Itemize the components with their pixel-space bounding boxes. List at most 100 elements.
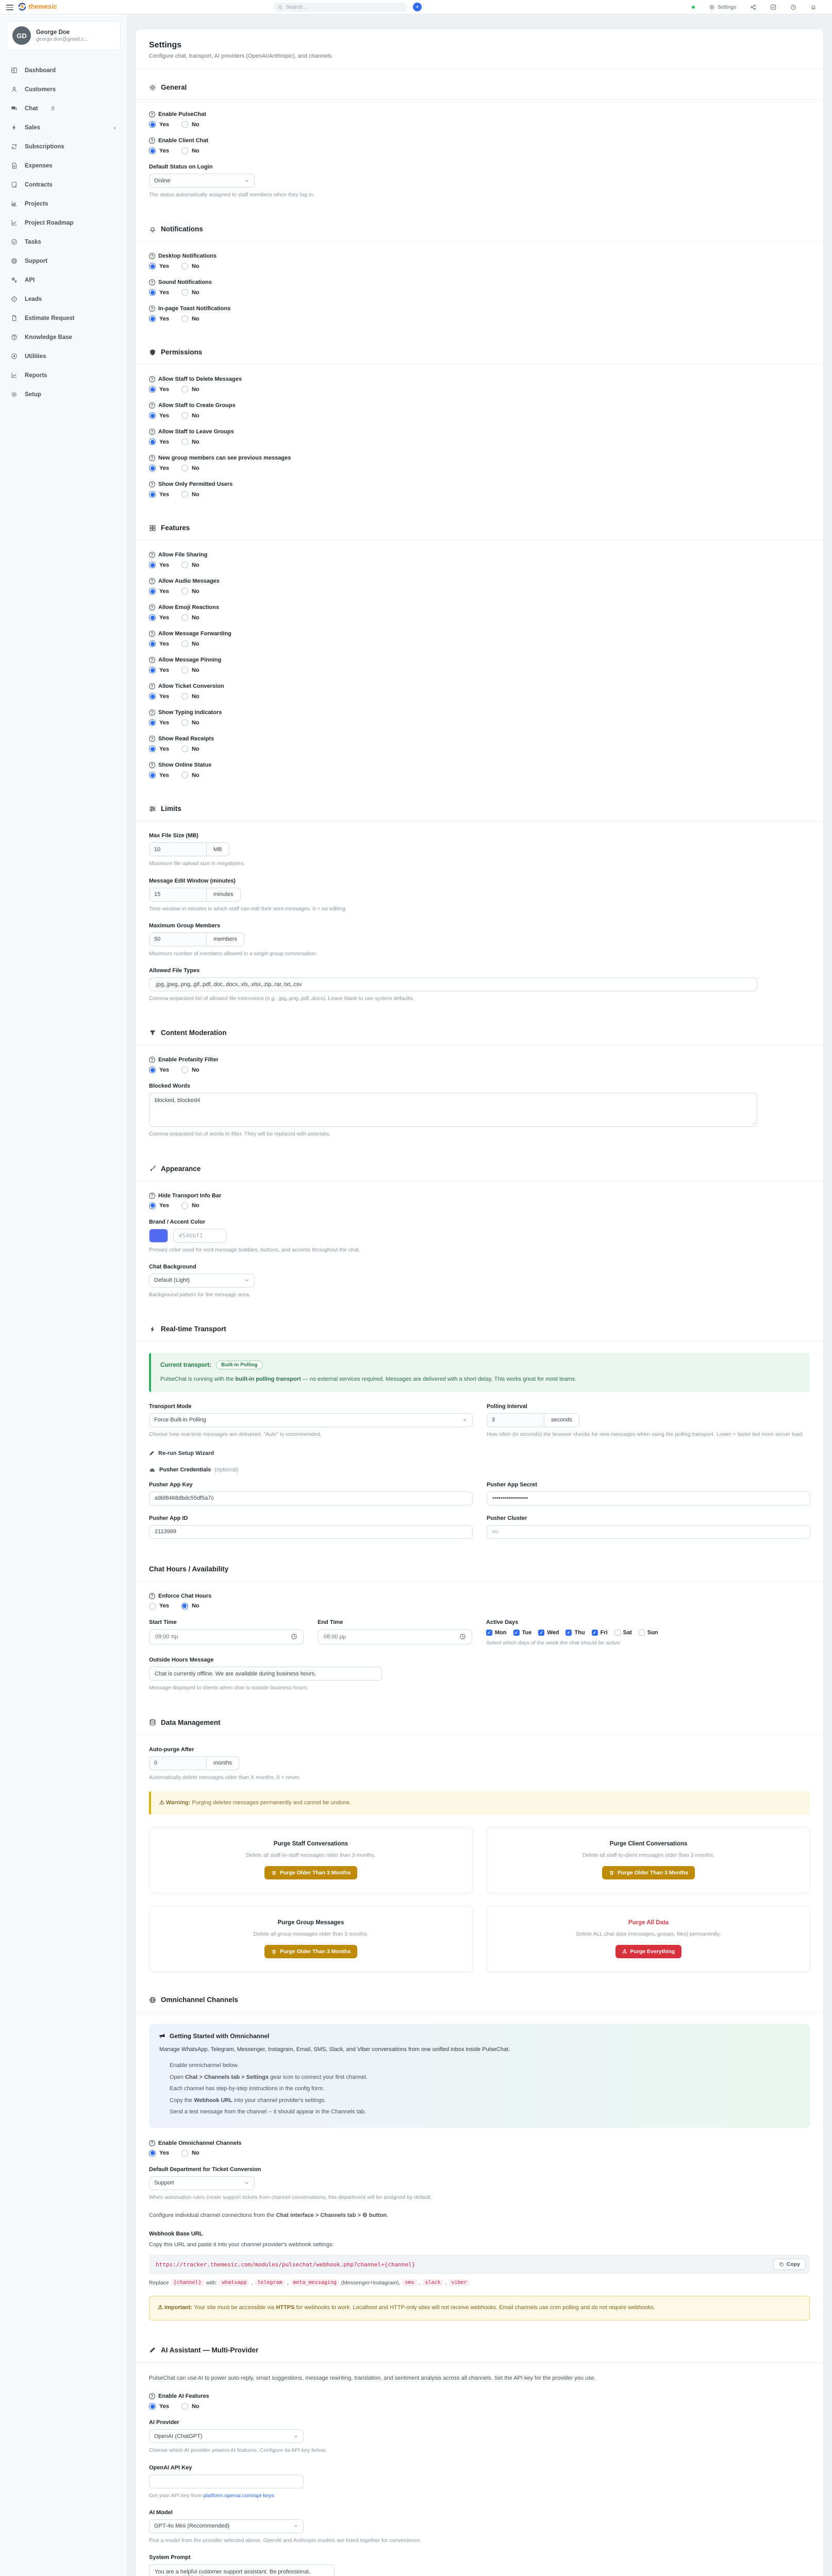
- radio-yes[interactable]: Yes: [149, 2150, 169, 2157]
- select-control[interactable]: OpenAI (ChatGPT): [149, 2429, 304, 2443]
- purge-button[interactable]: Purge Older Than 3 Months: [602, 1866, 695, 1879]
- radio-no[interactable]: No: [181, 315, 199, 322]
- sidebar-item-setup[interactable]: Setup: [6, 385, 121, 404]
- sidebar-item-chat[interactable]: Chat8: [6, 99, 121, 118]
- text-input[interactable]: [149, 2475, 304, 2488]
- day-checkbox-sat[interactable]: Sat: [614, 1630, 632, 1636]
- menu-icon[interactable]: [6, 5, 13, 12]
- purge-button[interactable]: ⚠Purge Everything: [615, 1945, 681, 1958]
- select-control[interactable]: Default (Light): [149, 1274, 255, 1287]
- sidebar-item-contracts[interactable]: Contracts: [6, 175, 121, 194]
- sidebar-item-customers[interactable]: Customers: [6, 80, 121, 99]
- radio-no[interactable]: No: [181, 147, 199, 154]
- radio-yes[interactable]: Yes: [149, 412, 169, 419]
- radio-no[interactable]: No: [181, 386, 199, 393]
- radio-yes[interactable]: Yes: [149, 693, 169, 700]
- text-input[interactable]: Chat is currently offline. We are availa…: [149, 1667, 382, 1681]
- purge-button[interactable]: Purge Older Than 3 Months: [264, 1866, 357, 1879]
- end-time-input[interactable]: 06:00 μμ: [318, 1629, 472, 1645]
- radio-yes[interactable]: Yes: [149, 614, 169, 621]
- select-control[interactable]: Force Built-in Polling: [149, 1413, 473, 1427]
- sidebar-item-estimate-request[interactable]: Estimate Request: [6, 309, 121, 328]
- start-time-input[interactable]: 09:00 πμ: [149, 1629, 304, 1645]
- unit-input[interactable]: 50members: [149, 933, 244, 946]
- color-swatch[interactable]: [149, 1229, 168, 1243]
- radio-no[interactable]: No: [181, 438, 199, 445]
- unit-input[interactable]: 10MB: [149, 842, 229, 856]
- clock-icon[interactable]: [790, 4, 796, 10]
- radio-no[interactable]: No: [181, 693, 199, 700]
- radio-no[interactable]: No: [181, 465, 199, 471]
- sidebar-item-project-roadmap[interactable]: Project Roadmap: [6, 213, 121, 232]
- checklist-icon[interactable]: [770, 4, 776, 10]
- sidebar-item-support[interactable]: Support: [6, 251, 121, 270]
- radio-no[interactable]: No: [181, 562, 199, 568]
- share-icon[interactable]: [750, 4, 756, 10]
- search-input[interactable]: Search...: [273, 3, 407, 12]
- radio-no[interactable]: No: [181, 491, 199, 498]
- quick-add-button[interactable]: +: [413, 3, 422, 11]
- sidebar-item-dashboard[interactable]: Dashboard: [6, 61, 121, 80]
- radio-yes[interactable]: Yes: [149, 315, 169, 322]
- radio-yes[interactable]: Yes: [149, 1603, 169, 1609]
- text-input[interactable]: 2113989: [149, 1525, 473, 1539]
- select-control[interactable]: Online: [149, 174, 255, 188]
- radio-no[interactable]: No: [181, 588, 199, 595]
- select-control[interactable]: Support: [149, 2176, 255, 2190]
- day-checkbox-tue[interactable]: ✓Tue: [513, 1630, 532, 1636]
- text-input[interactable]: a9bf8468dbdc55df5a7c: [149, 1492, 473, 1505]
- radio-yes[interactable]: Yes: [149, 562, 169, 568]
- day-checkbox-sun[interactable]: Sun: [639, 1630, 658, 1636]
- radio-yes[interactable]: Yes: [149, 667, 169, 673]
- unit-input[interactable]: 0months: [149, 1756, 239, 1770]
- sidebar-item-projects[interactable]: Projects: [6, 194, 121, 213]
- radio-yes[interactable]: Yes: [149, 745, 169, 752]
- radio-yes[interactable]: Yes: [149, 263, 169, 269]
- radio-no[interactable]: No: [181, 640, 199, 647]
- copy-button[interactable]: Copy: [773, 2259, 806, 2270]
- day-checkbox-fri[interactable]: ✓Fri: [592, 1630, 608, 1636]
- day-checkbox-wed[interactable]: ✓Wed: [538, 1630, 559, 1636]
- unit-input[interactable]: 3seconds: [487, 1413, 579, 1427]
- sidebar-item-api[interactable]: API: [6, 270, 121, 290]
- radio-no[interactable]: No: [181, 614, 199, 621]
- radio-yes[interactable]: Yes: [149, 588, 169, 595]
- color-hex-input[interactable]: #546bf1: [173, 1229, 227, 1243]
- unit-input[interactable]: 15minutes: [149, 888, 241, 902]
- radio-yes[interactable]: Yes: [149, 465, 169, 471]
- radio-yes[interactable]: Yes: [149, 2403, 169, 2410]
- sidebar-item-leads[interactable]: Leads: [6, 290, 121, 309]
- sidebar-item-knowledge-base[interactable]: Knowledge Base: [6, 328, 121, 347]
- select-control[interactable]: GPT-4o Mini (Recommended): [149, 2519, 304, 2533]
- day-checkbox-thu[interactable]: ✓Thu: [565, 1630, 585, 1636]
- sidebar-item-tasks[interactable]: Tasks: [6, 232, 121, 251]
- radio-no[interactable]: No: [181, 719, 199, 726]
- sidebar-item-reports[interactable]: Reports: [6, 366, 121, 385]
- radio-no[interactable]: No: [181, 667, 199, 673]
- radio-yes[interactable]: Yes: [149, 121, 169, 128]
- radio-no[interactable]: No: [181, 2150, 199, 2157]
- resize-handle[interactable]: [751, 1121, 755, 1125]
- radio-yes[interactable]: Yes: [149, 438, 169, 445]
- radio-yes[interactable]: Yes: [149, 491, 169, 498]
- radio-no[interactable]: No: [181, 263, 199, 269]
- radio-no[interactable]: No: [181, 412, 199, 419]
- bell-icon[interactable]: [810, 4, 817, 10]
- radio-yes[interactable]: Yes: [149, 289, 169, 296]
- radio-yes[interactable]: Yes: [149, 772, 169, 778]
- day-checkbox-mon[interactable]: ✓Mon: [486, 1630, 507, 1636]
- radio-no[interactable]: No: [181, 1202, 199, 1209]
- re-run-setup-wizard-link[interactable]: Re-run Setup Wizard: [149, 1450, 810, 1456]
- radio-no[interactable]: No: [181, 2403, 199, 2410]
- radio-yes[interactable]: Yes: [149, 719, 169, 726]
- text-input[interactable]: .jpg,.jpeg,.png,.gif,.pdf,.doc,.docx,.xl…: [149, 977, 757, 991]
- sidebar-item-expenses[interactable]: Expenses: [6, 156, 121, 175]
- text-input[interactable]: ••••••••••••••••••: [487, 1492, 810, 1505]
- radio-no[interactable]: No: [181, 121, 199, 128]
- sidebar-item-sales[interactable]: Sales‹: [6, 118, 121, 137]
- sidebar-item-utilities[interactable]: Utilities: [6, 347, 121, 366]
- inline-link[interactable]: platform.openai.com/api-keys: [204, 2493, 274, 2499]
- radio-no[interactable]: No: [181, 772, 199, 778]
- radio-yes[interactable]: Yes: [149, 1202, 169, 1209]
- sidebar-item-subscriptions[interactable]: Subscriptions: [6, 137, 121, 156]
